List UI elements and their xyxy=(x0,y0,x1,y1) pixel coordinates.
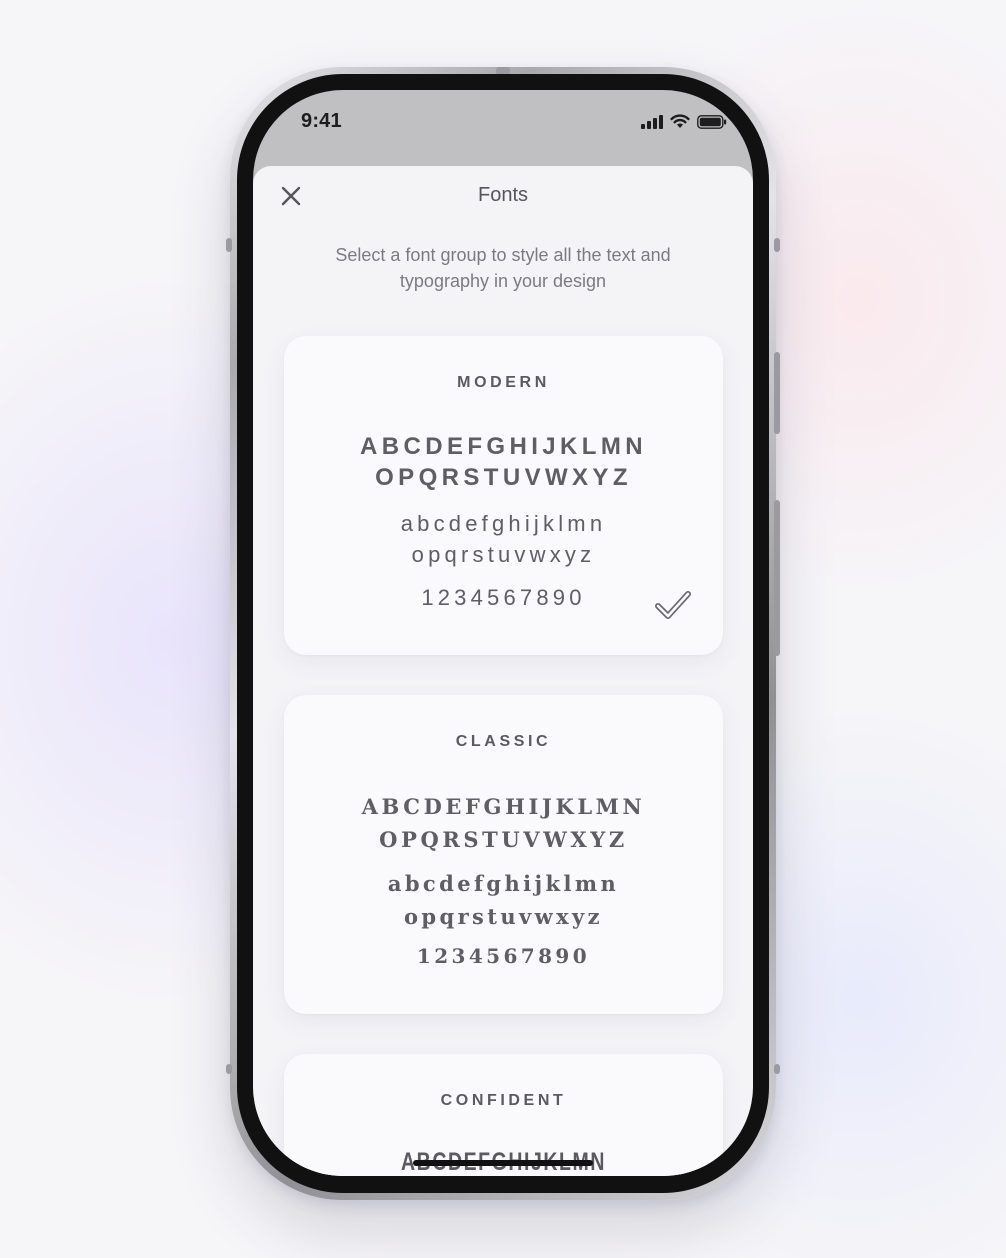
font-group-card-confident[interactable]: CONFIDENT ABCDEFGHIJKLMN xyxy=(284,1054,723,1176)
sheet-subtitle: Select a font group to style all the tex… xyxy=(303,242,703,294)
uppercase-sample: ABCDEFGHIJKLMN OPQRSTUVWXYZ xyxy=(284,431,723,493)
phone-side-button xyxy=(774,1064,780,1074)
uppercase-sample-line: OPQRSTUVWXYZ xyxy=(375,464,632,491)
font-group-card-classic[interactable]: CLASSIC ABCDEFGHIJKLMN OPQRSTUVWXYZ abcd… xyxy=(284,695,723,1014)
font-group-card-modern[interactable]: MODERN ABCDEFGHIJKLMN OPQRSTUVWXYZ abcde… xyxy=(284,336,723,655)
sheet-subtitle-line: typography in your design xyxy=(399,271,607,291)
lowercase-sample-line: opqrstuvwxyz xyxy=(411,542,596,567)
uppercase-sample-line: ABCDEFGHIJKLMN xyxy=(361,794,646,819)
battery-icon xyxy=(697,114,727,129)
phone-power-button xyxy=(774,500,780,656)
uppercase-sample-line: ABCDEFGHIJKLMN xyxy=(360,433,647,460)
font-group-name: CLASSIC xyxy=(455,733,552,750)
phone-side-button xyxy=(226,238,232,252)
status-icons xyxy=(641,114,727,129)
digits-sample-text: 1234567890 xyxy=(416,944,591,968)
checkmark-icon xyxy=(655,591,691,619)
cellular-signal-icon xyxy=(641,114,663,129)
phone-screen: 9:41 Fonts Select a font group to style … xyxy=(253,90,753,1176)
uppercase-sample: ABCDEFGHIJKLMN OPQRSTUVWXYZ xyxy=(284,790,723,856)
fonts-sheet: Fonts Select a font group to style all t… xyxy=(253,166,753,1176)
phone-side-button xyxy=(226,1064,232,1074)
sheet-subtitle-line: Select a font group to style all the tex… xyxy=(335,245,671,265)
home-indicator[interactable] xyxy=(413,1160,593,1166)
status-time: 9:41 xyxy=(301,110,342,132)
wifi-icon xyxy=(670,114,690,128)
phone-volume-up-button xyxy=(774,352,780,434)
digits-sample: 1234567890 xyxy=(284,944,723,968)
font-group-name: CONFIDENT xyxy=(440,1092,567,1109)
lowercase-sample-line: abcdefghijklmn xyxy=(387,871,620,896)
lowercase-sample: abcdefghijklmn opqrstuvwxyz xyxy=(284,867,723,933)
sheet-title: Fonts xyxy=(477,184,529,206)
font-group-name: MODERN xyxy=(457,374,550,391)
phone-side-button xyxy=(774,238,780,252)
uppercase-sample-line: OPQRSTUVWXYZ xyxy=(379,827,628,852)
lowercase-sample-line: opqrstuvwxyz xyxy=(404,904,603,929)
digits-sample-text: 1234567890 xyxy=(421,585,586,610)
lowercase-sample: abcdefghijklmn opqrstuvwxyz xyxy=(284,508,723,570)
lowercase-sample-line: abcdefghijklmn xyxy=(400,511,607,536)
